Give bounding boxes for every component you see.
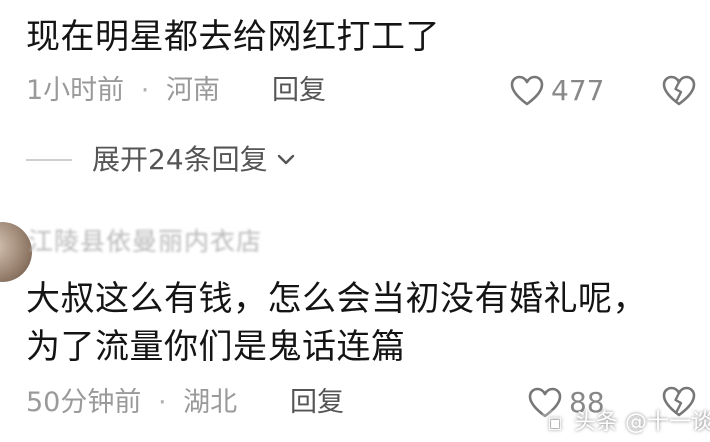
- comment-location: 湖北: [183, 387, 238, 418]
- meta-separator: ·: [140, 75, 150, 106]
- expand-replies-label: 展开24条回复: [92, 143, 268, 176]
- comment-location: 河南: [165, 75, 220, 106]
- comment-meta: 1小时前 · 河南: [26, 74, 220, 108]
- watermark-text: 头条 @十一谈娱: [574, 410, 710, 435]
- meta-separator: ·: [157, 387, 167, 418]
- toutiao-logo-icon: ▣: [542, 410, 568, 436]
- watermark: ▣ 头条 @十一谈娱: [542, 408, 710, 438]
- comment-text: 现在明星都去给网红打工了: [26, 17, 440, 57]
- comment-text-line-1: 大叔这么有钱，怎么会当初没有婚礼呢，: [26, 279, 647, 319]
- reply-button[interactable]: 回复: [290, 386, 344, 420]
- like-count: 477: [551, 74, 605, 107]
- heart-outline-icon: [510, 75, 544, 107]
- comment-time: 50分钟前: [26, 387, 142, 418]
- like-button[interactable]: 477: [510, 74, 604, 108]
- dislike-button[interactable]: [662, 75, 696, 107]
- expand-divider: [26, 159, 72, 161]
- comment-text-line-2: 为了流量你们是鬼话连篇: [26, 327, 406, 367]
- chevron-down-icon: [276, 153, 296, 167]
- comment-username[interactable]: 江陵县依曼丽内衣店: [28, 226, 262, 258]
- comment-time: 1小时前: [26, 75, 125, 106]
- broken-heart-icon: [662, 75, 696, 107]
- comment-meta: 50分钟前 · 湖北: [26, 386, 237, 420]
- reply-button[interactable]: 回复: [272, 74, 326, 108]
- expand-replies-button[interactable]: 展开24条回复: [26, 143, 296, 177]
